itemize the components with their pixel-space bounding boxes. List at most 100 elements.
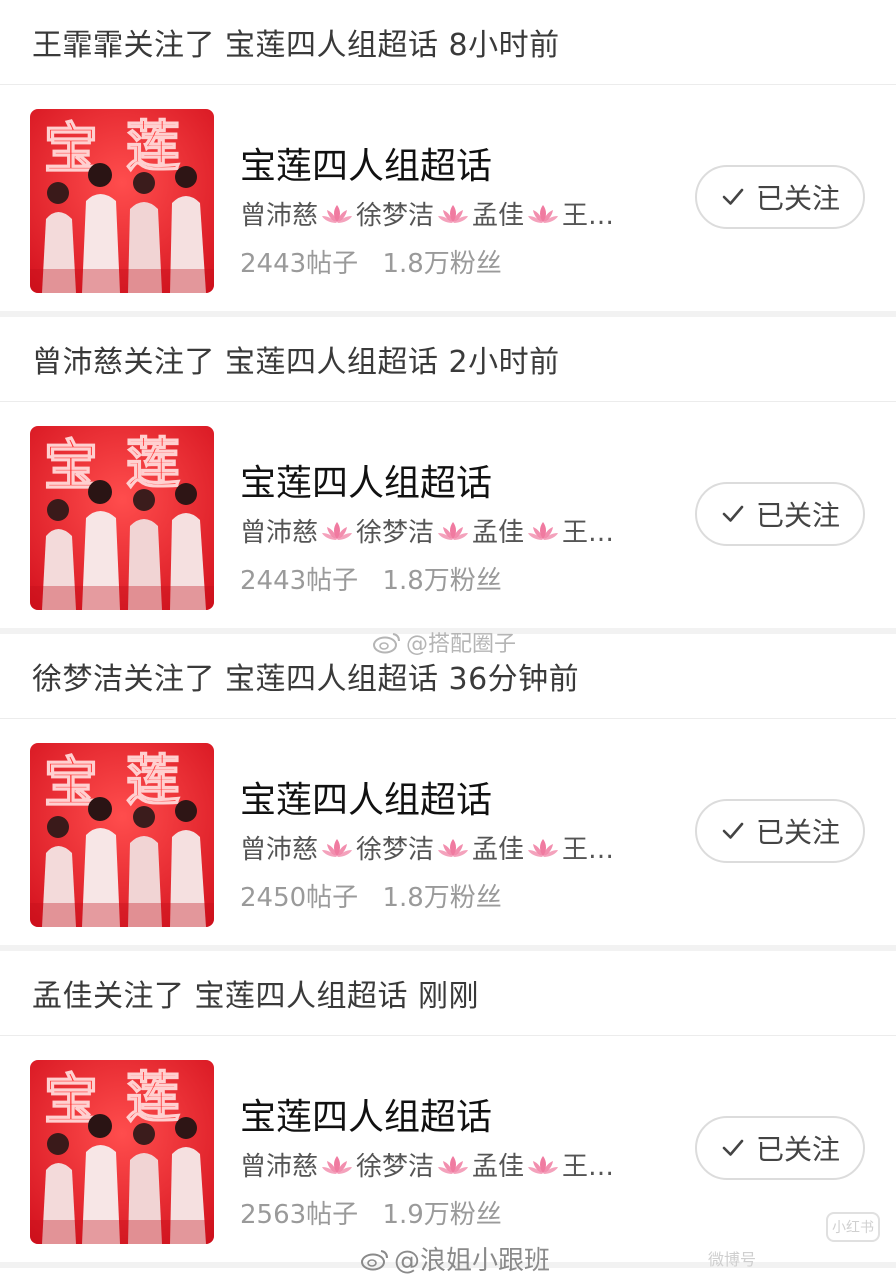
lotus-icon xyxy=(436,836,470,860)
supertopic-title[interactable]: 宝莲四人组超话 xyxy=(240,137,492,189)
member-name: 王… xyxy=(562,1152,615,1182)
thumbnail-banner-char: 莲 xyxy=(126,115,180,178)
weibo-logo-icon xyxy=(373,633,400,654)
post-count: 2443帖子 xyxy=(240,566,359,596)
watermark-weibo: @浪姐小跟班 xyxy=(360,1240,550,1277)
activity-item: 徐梦洁关注了 宝莲四人组超话 36分钟前 宝莲 宝莲四人组超话 曾沛慈 徐梦洁 … xyxy=(0,634,896,951)
thumbnail-banner-char: 莲 xyxy=(126,749,180,812)
watermark-text: @搭配圈子 xyxy=(406,632,517,657)
member-name: 孟佳 xyxy=(472,518,525,548)
lotus-icon xyxy=(526,1153,560,1177)
activity-header: 曾沛慈关注了 宝莲四人组超话 2小时前 xyxy=(0,317,896,402)
followed-button[interactable]: 已关注 xyxy=(695,799,865,863)
followed-button-label: 已关注 xyxy=(755,1133,840,1166)
weibo-logo-icon xyxy=(361,1249,388,1270)
supertopic-thumbnail[interactable]: 宝莲 xyxy=(30,109,214,293)
followed-button[interactable]: 已关注 xyxy=(695,1116,865,1180)
activity-item: 孟佳关注了 宝莲四人组超话 刚刚 宝莲 宝莲四人组超话 曾沛慈 徐梦洁 孟佳 王… xyxy=(0,951,896,1268)
follower-label: 徐梦洁关注了 xyxy=(32,662,215,697)
check-icon xyxy=(722,1139,744,1156)
lotus-icon xyxy=(320,202,354,226)
supertopic-members: 曾沛慈 徐梦洁 孟佳 王… xyxy=(240,1146,614,1183)
supertopic-members: 曾沛慈 徐梦洁 孟佳 王… xyxy=(240,195,614,232)
supertopic-card[interactable]: 宝莲 宝莲四人组超话 曾沛慈 徐梦洁 孟佳 王… 2443帖子 1.8万粉丝 已… xyxy=(0,85,896,311)
lotus-icon xyxy=(320,836,354,860)
member-name: 曾沛慈 xyxy=(240,1152,319,1182)
followed-button[interactable]: 已关注 xyxy=(695,482,865,546)
lotus-icon xyxy=(526,519,560,543)
member-name: 孟佳 xyxy=(472,201,525,231)
check-icon xyxy=(722,505,744,522)
member-name: 王… xyxy=(562,518,615,548)
member-name: 孟佳 xyxy=(472,1152,525,1182)
corner-logo-text: 小红书 xyxy=(832,1220,874,1236)
post-count: 2563帖子 xyxy=(240,1200,359,1230)
lotus-icon xyxy=(526,836,560,860)
member-name: 王… xyxy=(562,835,615,865)
supertopic-members: 曾沛慈 徐梦洁 孟佳 王… xyxy=(240,512,614,549)
lotus-icon xyxy=(320,1153,354,1177)
supertopic-members: 曾沛慈 徐梦洁 孟佳 王… xyxy=(240,829,614,866)
member-name: 曾沛慈 xyxy=(240,201,319,231)
post-count: 2443帖子 xyxy=(240,249,359,279)
thumbnail-banner-char: 莲 xyxy=(126,432,180,495)
supertopic-thumbnail[interactable]: 宝莲 xyxy=(30,426,214,610)
fan-count: 1.8万粉丝 xyxy=(382,249,502,279)
follower-label: 孟佳关注了 xyxy=(32,979,185,1014)
followed-button-label: 已关注 xyxy=(755,499,840,532)
followed-button-label: 已关注 xyxy=(755,182,840,215)
topic-link[interactable]: 宝莲四人组超话 xyxy=(195,971,409,1015)
watermark-faint: 微博号 xyxy=(708,1246,756,1270)
supertopic-stats: 2450帖子 1.8万粉丝 xyxy=(240,877,502,914)
supertopic-card[interactable]: 宝莲 宝莲四人组超话 曾沛慈 徐梦洁 孟佳 王… 2450帖子 1.8万粉丝 已… xyxy=(0,719,896,945)
activity-time: 36分钟前 xyxy=(448,662,580,697)
followed-button-label: 已关注 xyxy=(755,816,840,849)
watermark-weibo: @搭配圈子 xyxy=(372,626,516,658)
activity-header: 孟佳关注了 宝莲四人组超话 刚刚 xyxy=(0,951,896,1036)
lotus-icon xyxy=(320,519,354,543)
thumbnail-banner-char: 莲 xyxy=(126,1066,180,1129)
member-name: 徐梦洁 xyxy=(356,1152,435,1182)
member-name: 曾沛慈 xyxy=(240,835,319,865)
topic-link[interactable]: 宝莲四人组超话 xyxy=(225,337,439,381)
lotus-icon xyxy=(436,519,470,543)
lotus-icon xyxy=(436,1153,470,1177)
supertopic-stats: 2443帖子 1.8万粉丝 xyxy=(240,560,502,597)
supertopic-title[interactable]: 宝莲四人组超话 xyxy=(240,454,492,506)
member-name: 徐梦洁 xyxy=(356,518,435,548)
supertopic-thumbnail[interactable]: 宝莲 xyxy=(30,1060,214,1244)
activity-time: 2小时前 xyxy=(448,345,560,380)
supertopic-thumbnail[interactable]: 宝莲 xyxy=(30,743,214,927)
member-name: 徐梦洁 xyxy=(356,835,435,865)
follower-label: 王霏霏关注了 xyxy=(32,28,215,63)
check-icon xyxy=(722,822,744,839)
supertopic-stats: 2563帖子 1.9万粉丝 xyxy=(240,1194,502,1231)
member-name: 孟佳 xyxy=(472,835,525,865)
post-count: 2450帖子 xyxy=(240,883,359,913)
supertopic-title[interactable]: 宝莲四人组超话 xyxy=(240,771,492,823)
watermark-text: @浪姐小跟班 xyxy=(394,1246,551,1276)
member-name: 曾沛慈 xyxy=(240,518,319,548)
topic-link[interactable]: 宝莲四人组超话 xyxy=(225,20,439,64)
activity-header: 王霏霏关注了 宝莲四人组超话 8小时前 xyxy=(0,0,896,85)
follower-label: 曾沛慈关注了 xyxy=(32,345,215,380)
lotus-icon xyxy=(436,202,470,226)
check-icon xyxy=(722,188,744,205)
fan-count: 1.9万粉丝 xyxy=(382,1200,502,1230)
supertopic-card[interactable]: 宝莲 宝莲四人组超话 曾沛慈 徐梦洁 孟佳 王… 2443帖子 1.8万粉丝 已… xyxy=(0,402,896,628)
supertopic-stats: 2443帖子 1.8万粉丝 xyxy=(240,243,502,280)
topic-link[interactable]: 宝莲四人组超话 xyxy=(225,654,439,698)
fan-count: 1.8万粉丝 xyxy=(382,883,502,913)
activity-time: 刚刚 xyxy=(418,979,479,1014)
supertopic-title[interactable]: 宝莲四人组超话 xyxy=(240,1088,492,1140)
activity-time: 8小时前 xyxy=(448,28,560,63)
supertopic-card[interactable]: 宝莲 宝莲四人组超话 曾沛慈 徐梦洁 孟佳 王… 2563帖子 1.9万粉丝 已… xyxy=(0,1036,896,1262)
corner-logo: 小红书 xyxy=(826,1212,880,1242)
member-name: 王… xyxy=(562,201,615,231)
fan-count: 1.8万粉丝 xyxy=(382,566,502,596)
activity-item: 曾沛慈关注了 宝莲四人组超话 2小时前 宝莲 宝莲四人组超话 曾沛慈 徐梦洁 孟… xyxy=(0,317,896,634)
followed-button[interactable]: 已关注 xyxy=(695,165,865,229)
member-name: 徐梦洁 xyxy=(356,201,435,231)
watermark-text: 微博号 xyxy=(708,1250,757,1269)
activity-item: 王霏霏关注了 宝莲四人组超话 8小时前 宝莲 宝莲四人组超话 曾沛慈 徐梦洁 孟… xyxy=(0,0,896,317)
